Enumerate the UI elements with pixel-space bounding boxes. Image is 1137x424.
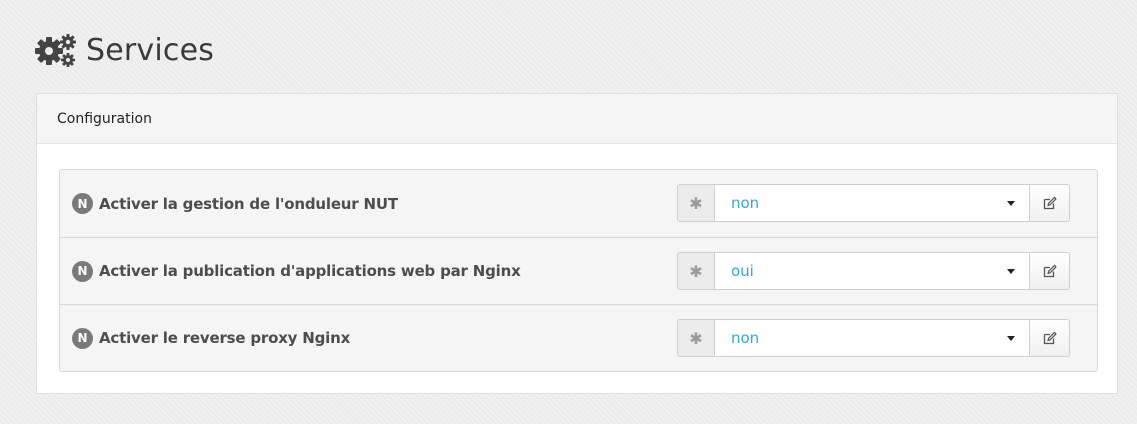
asterisk-icon: ✱ (677, 252, 715, 290)
edit-button[interactable] (1030, 184, 1070, 222)
caret-down-icon (1007, 201, 1015, 206)
mode-badge: N (72, 193, 93, 214)
caret-down-icon (1007, 336, 1015, 341)
edit-button[interactable] (1030, 319, 1070, 357)
select-value: non (731, 329, 760, 347)
setting-label: Activer la gestion de l'onduleur NUT (99, 194, 398, 213)
panel-heading: Configuration (37, 94, 1117, 144)
setting-control: ✱ non (677, 319, 1070, 357)
setting-select[interactable]: non (715, 319, 1030, 357)
caret-down-icon (1007, 269, 1015, 274)
mode-badge: N (72, 327, 93, 349)
edit-button[interactable] (1030, 252, 1070, 290)
setting-row-nginx-web: N Activer la publication d'applications … (60, 237, 1097, 304)
setting-control: ✱ non (677, 184, 1070, 222)
select-value: oui (731, 262, 754, 280)
mode-badge: N (72, 260, 93, 282)
setting-label: Activer le reverse proxy Nginx (99, 329, 351, 347)
setting-row-reverse-proxy: N Activer le reverse proxy Nginx ✱ non (60, 304, 1097, 371)
settings-table: N Activer la gestion de l'onduleur NUT ✱… (59, 169, 1098, 372)
configuration-panel: Configuration N Activer la gestion de l'… (36, 93, 1118, 394)
page-header: Services (34, 30, 214, 70)
gears-icon (35, 34, 76, 67)
asterisk-icon: ✱ (677, 184, 715, 222)
setting-select[interactable]: non (715, 184, 1030, 222)
setting-select[interactable]: oui (715, 252, 1030, 290)
setting-label: Activer la publication d'applications we… (99, 262, 521, 280)
setting-row-nut: N Activer la gestion de l'onduleur NUT ✱… (60, 170, 1097, 237)
setting-control: ✱ oui (677, 252, 1070, 290)
pencil-square-icon (1043, 196, 1057, 210)
page-title: Services (86, 32, 215, 68)
asterisk-icon: ✱ (677, 319, 715, 357)
pencil-square-icon (1043, 331, 1057, 345)
pencil-square-icon (1043, 264, 1057, 278)
select-value: non (731, 194, 760, 212)
